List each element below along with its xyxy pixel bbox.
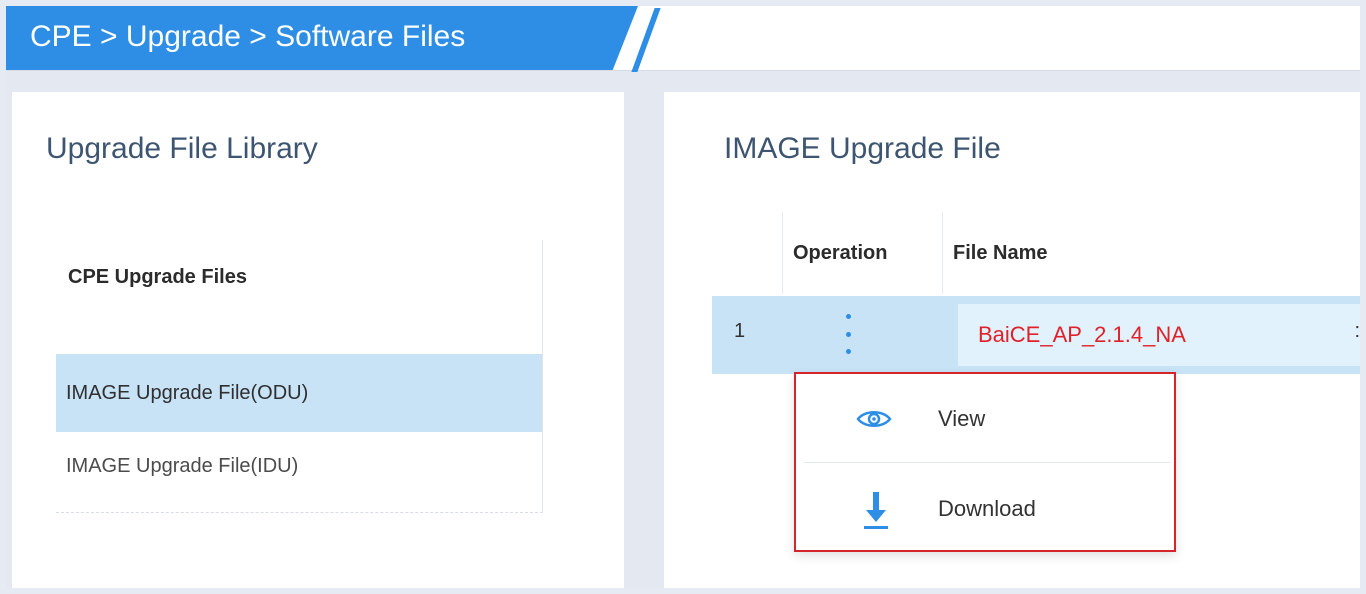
truncated-cell: : bbox=[1354, 320, 1360, 342]
more-options-icon[interactable] bbox=[836, 314, 860, 354]
menu-item-download[interactable]: Download bbox=[804, 466, 1170, 552]
breadcrumb: CPE > Upgrade > Software Files bbox=[6, 6, 638, 70]
column-header-operation[interactable]: Operation bbox=[782, 212, 942, 294]
column-header-file-name[interactable]: File Name bbox=[942, 212, 1360, 294]
panel-title-image: IMAGE Upgrade File bbox=[724, 132, 1001, 165]
row-index: 1 bbox=[734, 320, 746, 342]
menu-label-view: View bbox=[938, 406, 986, 431]
menu-label-download: Download bbox=[938, 496, 1036, 521]
list-item-image-idu[interactable]: IMAGE Upgrade File(IDU) bbox=[56, 436, 542, 496]
header-bar: CPE > Upgrade > Software Files bbox=[6, 6, 1360, 72]
table-row[interactable]: 1 BaiCE_AP_2.1.4_NA : bbox=[712, 296, 1360, 374]
library-list: CPE Upgrade Files IMAGE Upgrade File(ODU… bbox=[56, 240, 543, 513]
list-item-image-odu[interactable]: IMAGE Upgrade File(ODU) bbox=[56, 354, 542, 432]
breadcrumb-text: CPE > Upgrade > Software Files bbox=[30, 20, 466, 53]
panel-title-library: Upgrade File Library bbox=[46, 132, 318, 165]
menu-item-view[interactable]: View bbox=[804, 376, 1170, 463]
operation-dropdown-menu: View Download bbox=[794, 372, 1176, 552]
upgrade-file-library-panel: Upgrade File Library CPE Upgrade Files I… bbox=[12, 92, 624, 588]
list-header: CPE Upgrade Files bbox=[68, 266, 247, 288]
file-name-cell[interactable]: BaiCE_AP_2.1.4_NA bbox=[958, 304, 1360, 366]
eye-icon bbox=[856, 411, 892, 427]
download-icon bbox=[864, 492, 888, 529]
breadcrumb-divider bbox=[631, 8, 661, 72]
